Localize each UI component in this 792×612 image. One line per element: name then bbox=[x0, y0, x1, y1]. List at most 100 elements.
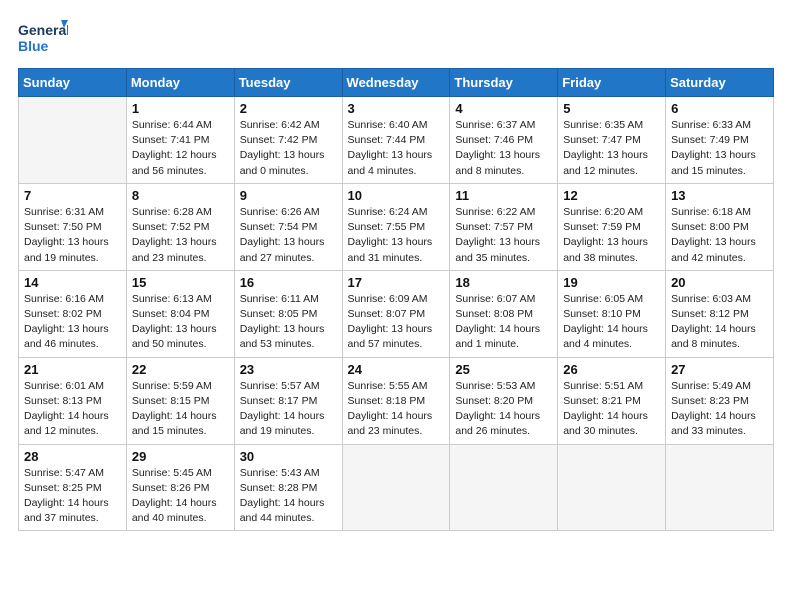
calendar-cell bbox=[19, 97, 127, 184]
day-detail: Sunrise: 5:51 AM Sunset: 8:21 PM Dayligh… bbox=[563, 379, 660, 440]
logo: General Blue bbox=[18, 18, 68, 56]
day-detail: Sunrise: 6:09 AM Sunset: 8:07 PM Dayligh… bbox=[348, 292, 445, 353]
calendar-cell: 7 Sunrise: 6:31 AM Sunset: 7:50 PM Daylig… bbox=[19, 183, 127, 270]
calendar-cell: 12 Sunrise: 6:20 AM Sunset: 7:59 PM Dayli… bbox=[558, 183, 666, 270]
day-number: 16 bbox=[240, 275, 337, 290]
day-detail: Sunrise: 6:33 AM Sunset: 7:49 PM Dayligh… bbox=[671, 118, 768, 179]
day-detail: Sunrise: 6:05 AM Sunset: 8:10 PM Dayligh… bbox=[563, 292, 660, 353]
week-row-1: 1Sunrise: 6:44 AM Sunset: 7:41 PM Daylig… bbox=[19, 97, 774, 184]
day-detail: Sunrise: 6:13 AM Sunset: 8:04 PM Dayligh… bbox=[132, 292, 229, 353]
day-number: 26 bbox=[563, 362, 660, 377]
day-number: 7 bbox=[24, 188, 121, 203]
calendar-cell: 10 Sunrise: 6:24 AM Sunset: 7:55 PM Dayli… bbox=[342, 183, 450, 270]
day-detail: Sunrise: 6:24 AM Sunset: 7:55 PM Dayligh… bbox=[348, 205, 445, 266]
calendar-cell bbox=[342, 444, 450, 531]
calendar-cell: 1Sunrise: 6:44 AM Sunset: 7:41 PM Daylig… bbox=[126, 97, 234, 184]
day-detail: Sunrise: 6:40 AM Sunset: 7:44 PM Dayligh… bbox=[348, 118, 445, 179]
day-number: 19 bbox=[563, 275, 660, 290]
calendar-cell bbox=[666, 444, 774, 531]
calendar-cell: 5 Sunrise: 6:35 AM Sunset: 7:47 PM Daylig… bbox=[558, 97, 666, 184]
day-number: 15 bbox=[132, 275, 229, 290]
calendar-cell: 11Sunrise: 6:22 AM Sunset: 7:57 PM Dayli… bbox=[450, 183, 558, 270]
day-number: 14 bbox=[24, 275, 121, 290]
day-number: 21 bbox=[24, 362, 121, 377]
day-number: 28 bbox=[24, 449, 121, 464]
calendar-cell: 18 Sunrise: 6:07 AM Sunset: 8:08 PM Dayli… bbox=[450, 270, 558, 357]
calendar-cell: 21 Sunrise: 6:01 AM Sunset: 8:13 PM Dayli… bbox=[19, 357, 127, 444]
day-number: 18 bbox=[455, 275, 552, 290]
svg-text:Blue: Blue bbox=[18, 38, 49, 54]
calendar-cell: 4 Sunrise: 6:37 AM Sunset: 7:46 PM Daylig… bbox=[450, 97, 558, 184]
day-detail: Sunrise: 6:42 AM Sunset: 7:42 PM Dayligh… bbox=[240, 118, 337, 179]
day-detail: Sunrise: 6:07 AM Sunset: 8:08 PM Dayligh… bbox=[455, 292, 552, 353]
day-detail: Sunrise: 6:03 AM Sunset: 8:12 PM Dayligh… bbox=[671, 292, 768, 353]
calendar-cell: 9 Sunrise: 6:26 AM Sunset: 7:54 PM Daylig… bbox=[234, 183, 342, 270]
week-row-4: 21 Sunrise: 6:01 AM Sunset: 8:13 PM Dayli… bbox=[19, 357, 774, 444]
calendar-cell: 8Sunrise: 6:28 AM Sunset: 7:52 PM Daylig… bbox=[126, 183, 234, 270]
weekday-header-friday: Friday bbox=[558, 69, 666, 97]
day-detail: Sunrise: 5:57 AM Sunset: 8:17 PM Dayligh… bbox=[240, 379, 337, 440]
day-number: 5 bbox=[563, 101, 660, 116]
day-detail: Sunrise: 5:43 AM Sunset: 8:28 PM Dayligh… bbox=[240, 466, 337, 527]
weekday-header-wednesday: Wednesday bbox=[342, 69, 450, 97]
calendar-cell: 2 Sunrise: 6:42 AM Sunset: 7:42 PM Daylig… bbox=[234, 97, 342, 184]
day-number: 30 bbox=[240, 449, 337, 464]
day-number: 9 bbox=[240, 188, 337, 203]
day-detail: Sunrise: 6:18 AM Sunset: 8:00 PM Dayligh… bbox=[671, 205, 768, 266]
calendar-cell: 20 Sunrise: 6:03 AM Sunset: 8:12 PM Dayli… bbox=[666, 270, 774, 357]
day-detail: Sunrise: 6:26 AM Sunset: 7:54 PM Dayligh… bbox=[240, 205, 337, 266]
day-detail: Sunrise: 5:55 AM Sunset: 8:18 PM Dayligh… bbox=[348, 379, 445, 440]
week-row-3: 14 Sunrise: 6:16 AM Sunset: 8:02 PM Dayli… bbox=[19, 270, 774, 357]
week-row-5: 28 Sunrise: 5:47 AM Sunset: 8:25 PM Dayli… bbox=[19, 444, 774, 531]
day-detail: Sunrise: 6:44 AM Sunset: 7:41 PM Dayligh… bbox=[132, 118, 229, 179]
day-number: 2 bbox=[240, 101, 337, 116]
day-number: 6 bbox=[671, 101, 768, 116]
day-detail: Sunrise: 6:31 AM Sunset: 7:50 PM Dayligh… bbox=[24, 205, 121, 266]
day-detail: Sunrise: 6:22 AM Sunset: 7:57 PM Dayligh… bbox=[455, 205, 552, 266]
day-detail: Sunrise: 5:53 AM Sunset: 8:20 PM Dayligh… bbox=[455, 379, 552, 440]
calendar-table: SundayMondayTuesdayWednesdayThursdayFrid… bbox=[18, 68, 774, 531]
calendar-cell: 29 Sunrise: 5:45 AM Sunset: 8:26 PM Dayli… bbox=[126, 444, 234, 531]
day-detail: Sunrise: 6:35 AM Sunset: 7:47 PM Dayligh… bbox=[563, 118, 660, 179]
weekday-header-tuesday: Tuesday bbox=[234, 69, 342, 97]
weekday-header-sunday: Sunday bbox=[19, 69, 127, 97]
day-detail: Sunrise: 6:01 AM Sunset: 8:13 PM Dayligh… bbox=[24, 379, 121, 440]
day-number: 12 bbox=[563, 188, 660, 203]
day-number: 25 bbox=[455, 362, 552, 377]
day-detail: Sunrise: 6:16 AM Sunset: 8:02 PM Dayligh… bbox=[24, 292, 121, 353]
calendar-cell bbox=[558, 444, 666, 531]
day-detail: Sunrise: 6:11 AM Sunset: 8:05 PM Dayligh… bbox=[240, 292, 337, 353]
calendar-cell: 6 Sunrise: 6:33 AM Sunset: 7:49 PM Daylig… bbox=[666, 97, 774, 184]
day-number: 20 bbox=[671, 275, 768, 290]
day-detail: Sunrise: 5:45 AM Sunset: 8:26 PM Dayligh… bbox=[132, 466, 229, 527]
day-detail: Sunrise: 6:28 AM Sunset: 7:52 PM Dayligh… bbox=[132, 205, 229, 266]
weekday-header-monday: Monday bbox=[126, 69, 234, 97]
day-detail: Sunrise: 5:49 AM Sunset: 8:23 PM Dayligh… bbox=[671, 379, 768, 440]
calendar-cell: 26 Sunrise: 5:51 AM Sunset: 8:21 PM Dayli… bbox=[558, 357, 666, 444]
day-number: 4 bbox=[455, 101, 552, 116]
day-number: 22 bbox=[132, 362, 229, 377]
day-number: 27 bbox=[671, 362, 768, 377]
day-number: 29 bbox=[132, 449, 229, 464]
calendar-cell: 24 Sunrise: 5:55 AM Sunset: 8:18 PM Dayli… bbox=[342, 357, 450, 444]
day-number: 3 bbox=[348, 101, 445, 116]
page-header: General Blue bbox=[18, 18, 774, 56]
calendar-cell: 17Sunrise: 6:09 AM Sunset: 8:07 PM Dayli… bbox=[342, 270, 450, 357]
day-number: 10 bbox=[348, 188, 445, 203]
calendar-cell: 19 Sunrise: 6:05 AM Sunset: 8:10 PM Dayli… bbox=[558, 270, 666, 357]
weekday-header-row: SundayMondayTuesdayWednesdayThursdayFrid… bbox=[19, 69, 774, 97]
calendar-cell: 30 Sunrise: 5:43 AM Sunset: 8:28 PM Dayli… bbox=[234, 444, 342, 531]
day-number: 23 bbox=[240, 362, 337, 377]
day-number: 24 bbox=[348, 362, 445, 377]
calendar-cell: 25 Sunrise: 5:53 AM Sunset: 8:20 PM Dayli… bbox=[450, 357, 558, 444]
calendar-cell: 27 Sunrise: 5:49 AM Sunset: 8:23 PM Dayli… bbox=[666, 357, 774, 444]
day-number: 13 bbox=[671, 188, 768, 203]
calendar-cell bbox=[450, 444, 558, 531]
calendar-cell: 28 Sunrise: 5:47 AM Sunset: 8:25 PM Dayli… bbox=[19, 444, 127, 531]
day-detail: Sunrise: 6:37 AM Sunset: 7:46 PM Dayligh… bbox=[455, 118, 552, 179]
calendar-cell: 23 Sunrise: 5:57 AM Sunset: 8:17 PM Dayli… bbox=[234, 357, 342, 444]
day-detail: Sunrise: 5:47 AM Sunset: 8:25 PM Dayligh… bbox=[24, 466, 121, 527]
calendar-cell: 3 Sunrise: 6:40 AM Sunset: 7:44 PM Daylig… bbox=[342, 97, 450, 184]
day-detail: Sunrise: 5:59 AM Sunset: 8:15 PM Dayligh… bbox=[132, 379, 229, 440]
day-detail: Sunrise: 6:20 AM Sunset: 7:59 PM Dayligh… bbox=[563, 205, 660, 266]
